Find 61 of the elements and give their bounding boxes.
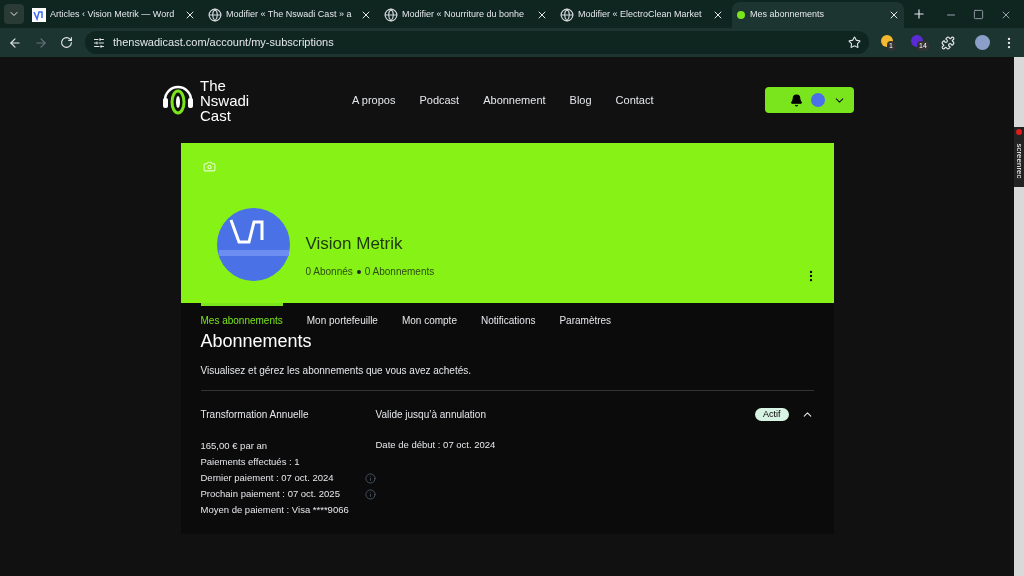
globe-icon	[560, 8, 574, 22]
page-subtitle: Visualisez et gérez les abonnements que vous avez achetés.	[200, 364, 473, 378]
new-tab-icon[interactable]	[912, 7, 926, 21]
validity-text: Valide jusqu’à annulation	[375, 408, 487, 422]
account-tab[interactable]: Paramètres	[559, 303, 612, 335]
tab-title: Articles ‹ Vision Metrik — Word	[50, 8, 176, 22]
user-menu-button[interactable]	[765, 87, 854, 113]
browser-tab[interactable]: Articles ‹ Vision Metrik — Word	[28, 2, 200, 28]
user-avatar	[811, 93, 825, 107]
nav-link[interactable]: Podcast	[419, 91, 460, 109]
site-info-icon[interactable]	[93, 36, 105, 49]
widget-label: screenrec	[1014, 143, 1024, 179]
site-icon	[736, 10, 746, 20]
close-icon[interactable]	[360, 9, 372, 21]
account-tab[interactable]: Mes abonnements	[200, 303, 283, 335]
wave-icon	[32, 8, 46, 22]
followers-count[interactable]: 0 Abonnés	[305, 264, 353, 279]
start-date: Date de début : 07 oct. 2024	[375, 438, 496, 452]
profile-avatar[interactable]	[975, 35, 990, 50]
nav-link[interactable]: Abonnement	[483, 91, 546, 109]
detail-text: 165,00 € par an	[200, 439, 269, 453]
detail-text: Dernier paiement : 07 oct. 2024	[200, 471, 335, 485]
browser-tab[interactable]: Modifier « The Nswadi Cast » a	[204, 2, 376, 28]
close-window-icon[interactable]	[1000, 9, 1012, 21]
detail-text: Prochain paiement : 07 oct. 2025	[200, 487, 341, 501]
url-text: thenswadicast.com/account/my-subscriptions	[113, 35, 335, 51]
close-icon[interactable]	[536, 9, 548, 21]
tab-title: Modifier « ElectroClean Market	[578, 8, 703, 22]
nav-link[interactable]: A propos	[352, 91, 396, 109]
site-logo-text[interactable]: The Nswadi Cast	[200, 77, 250, 123]
close-icon[interactable]	[184, 9, 196, 21]
browser-tab[interactable]: Modifier « Nourriture du bonhe	[380, 2, 552, 28]
profile-name: Vision Metrik	[305, 232, 404, 255]
extensions-icon[interactable]	[941, 35, 955, 50]
maximize-icon[interactable]	[973, 9, 984, 20]
detail-text: Paiements effectués : 1	[200, 455, 301, 469]
bookmark-icon[interactable]	[848, 36, 861, 49]
close-icon[interactable]	[712, 9, 724, 21]
plan-name: Transformation Annuelle	[200, 408, 310, 422]
account-tab[interactable]: Mon compte	[401, 303, 457, 335]
nav-link[interactable]: Blog	[569, 91, 592, 109]
address-bar[interactable]: thenswadicast.com/account/my-subscriptions	[85, 31, 869, 54]
browser-tab[interactable]: Modifier « ElectroClean Market	[556, 2, 728, 28]
forward-icon[interactable]	[34, 35, 48, 50]
account-tab[interactable]: Notifications	[480, 303, 536, 335]
close-icon[interactable]	[888, 9, 900, 21]
globe-icon	[384, 8, 398, 22]
tab-title: Mes abonnements	[750, 8, 826, 22]
notification-bell-icon	[790, 93, 803, 107]
browser-tab[interactable]: Mes abonnements	[732, 2, 904, 28]
back-icon[interactable]	[8, 35, 22, 50]
globe-icon	[208, 8, 222, 22]
nav-link[interactable]: Contact	[615, 91, 654, 109]
tab-title: Modifier « Nourriture du bonhe	[402, 8, 526, 22]
detail-text: Moyen de paiement : Visa ****9066	[200, 503, 350, 517]
tab-title: Modifier « The Nswadi Cast » a	[226, 8, 353, 22]
following-count[interactable]: 0 Abonnements	[364, 264, 435, 279]
tab-list-button[interactable]	[4, 4, 24, 24]
screenrec-widget[interactable]: screenrec	[1014, 127, 1024, 187]
status-badge: Actif	[755, 407, 789, 422]
reload-icon[interactable]	[60, 36, 73, 49]
